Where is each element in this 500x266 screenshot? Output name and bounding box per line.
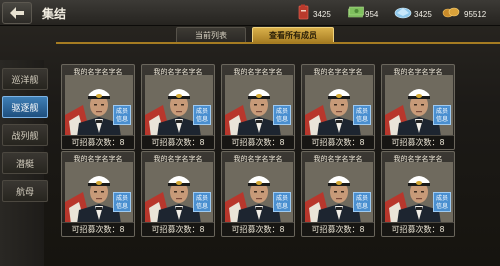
resource-fuel-value: 3425 — [313, 10, 331, 19]
recruit-count: 可招募次数：8 — [142, 135, 214, 149]
member-info-button[interactable]: 成员信息 — [273, 105, 291, 125]
grid-overflow-area — [462, 62, 500, 266]
recruit-count: 可招募次数：8 — [62, 135, 134, 149]
resource-fuel[interactable]: 3425 — [296, 4, 344, 22]
back-button[interactable] — [2, 2, 32, 24]
fuel-icon — [298, 4, 309, 20]
member-card[interactable]: 我的名字名字名 成员信息 可招募次数：8 — [141, 64, 215, 150]
cash-icon — [348, 6, 364, 18]
sidebar-item-carrier[interactable]: 航母 — [2, 180, 48, 202]
tab-current-list[interactable]: 当前列表 — [176, 27, 246, 43]
recruit-count: 可招募次数：8 — [222, 135, 294, 149]
member-card[interactable]: 我的名字名字名 成员信息 可招募次数：8 — [61, 64, 135, 150]
recruit-count: 可招募次数：8 — [302, 135, 374, 149]
ship-type-sidebar: 巡洋舰 驱逐舰 战列舰 潜艇 航母 — [0, 60, 48, 266]
sidebar-item-submarine[interactable]: 潜艇 — [2, 152, 48, 174]
recruit-count: 可招募次数：8 — [382, 135, 454, 149]
member-card[interactable]: 我的名字名字名 成员信息 可招募次数：8 — [61, 151, 135, 237]
member-card[interactable]: 我的名字名字名 成员信息 可招募次数：8 — [141, 151, 215, 237]
recruit-count: 可招募次数：8 — [62, 222, 134, 236]
member-info-button[interactable]: 成员信息 — [193, 192, 211, 212]
member-card[interactable]: 我的名字名字名 成员信息 可招募次数：8 — [381, 151, 455, 237]
member-info-button[interactable]: 成员信息 — [113, 192, 131, 212]
resource-cash-value: 954 — [365, 10, 379, 19]
member-info-button[interactable]: 成员信息 — [353, 192, 371, 212]
member-card[interactable]: 我的名字名字名 成员信息 可招募次数：8 — [301, 64, 375, 150]
back-arrow-icon — [10, 7, 24, 19]
member-info-button[interactable]: 成员信息 — [433, 192, 451, 212]
member-info-button[interactable]: 成员信息 — [273, 192, 291, 212]
tab-bar: 当前列表 查看所有成员 — [110, 27, 500, 43]
recruit-count: 可招募次数：8 — [382, 222, 454, 236]
member-card[interactable]: 我的名字名字名 成员信息 可招募次数：8 — [301, 151, 375, 237]
member-card[interactable]: 我的名字名字名 成员信息 可招募次数：8 — [221, 151, 295, 237]
recruit-count: 可招募次数：8 — [222, 222, 294, 236]
resource-coins-value: 95512 — [464, 10, 487, 19]
recruit-count: 可招募次数：8 — [142, 222, 214, 236]
coins-icon — [442, 7, 460, 18]
member-card[interactable]: 我的名字名字名 成员信息 可招募次数：8 — [381, 64, 455, 150]
top-bar: 集结 3425 954 3425 95512 — [0, 0, 500, 26]
sidebar-item-destroyer[interactable]: 驱逐舰 — [2, 96, 48, 118]
member-info-button[interactable]: 成员信息 — [353, 105, 371, 125]
resource-coins[interactable]: 95512 — [442, 4, 498, 22]
diamond-icon — [394, 7, 412, 19]
page-title: 集结 — [42, 7, 67, 21]
member-card[interactable]: 我的名字名字名 成员信息 可招募次数：8 — [221, 64, 295, 150]
resource-cash[interactable]: 954 — [348, 4, 388, 22]
resource-diamond[interactable]: 3425 — [394, 4, 438, 22]
tab-underline — [56, 42, 500, 44]
member-info-button[interactable]: 成员信息 — [113, 105, 131, 125]
tab-all-members[interactable]: 查看所有成员 — [252, 27, 334, 43]
sidebar-item-battleship[interactable]: 战列舰 — [2, 124, 48, 146]
resource-diamond-value: 3425 — [414, 10, 432, 19]
member-info-button[interactable]: 成员信息 — [193, 105, 211, 125]
sidebar-item-cruiser[interactable]: 巡洋舰 — [2, 68, 48, 90]
recruit-count: 可招募次数：8 — [302, 222, 374, 236]
member-info-button[interactable]: 成员信息 — [433, 105, 451, 125]
